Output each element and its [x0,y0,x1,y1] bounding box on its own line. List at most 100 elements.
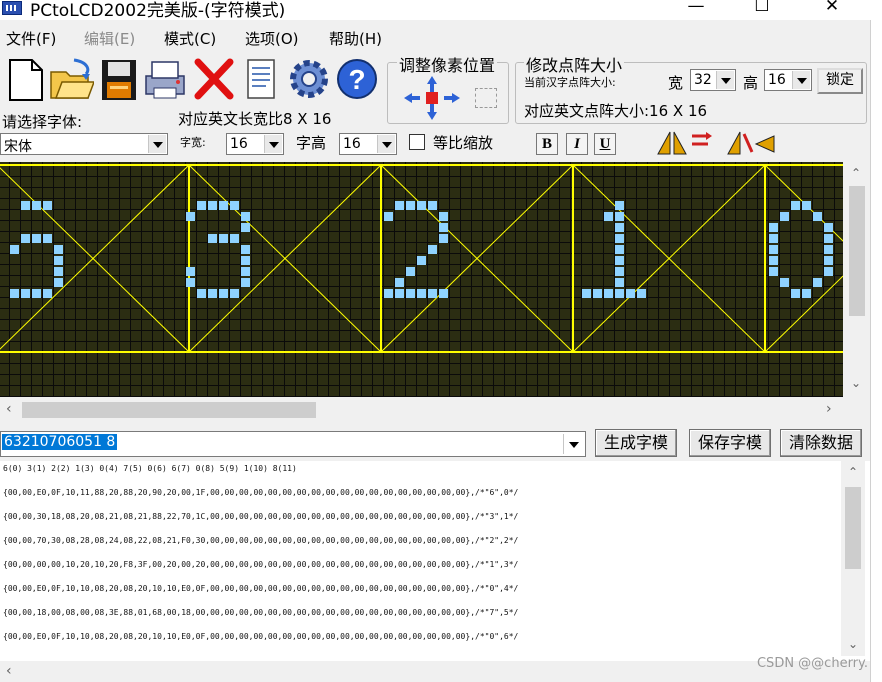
output-scroll-thumb[interactable] [845,487,861,569]
lit-pixel [43,201,52,210]
lit-pixel [417,289,426,298]
bold-button[interactable]: B [536,133,558,155]
input-selected-text[interactable]: 63210706051 8 [2,434,118,450]
document-icon[interactable] [238,56,284,102]
italic-button[interactable]: I [566,133,588,155]
title-bar[interactable]: PCtoLCD2002完美版-(字符模式) — ☐ ✕ [0,0,870,21]
save-font-button[interactable]: 保存字模 [689,429,771,457]
guide-diagonal-line [188,258,286,353]
lcd-preview[interactable] [0,162,843,397]
lit-pixel [428,201,437,210]
help-icon[interactable]: ? [334,56,380,102]
lit-pixel [769,234,778,243]
new-file-icon[interactable] [2,56,48,102]
output-textarea[interactable]: 6(0) 3(1) 2(2) 1(3) 0(4) 7(5) 0(6) 6(7) … [0,461,870,661]
delete-x-icon[interactable] [192,56,238,102]
text-input-combo[interactable]: 63210706051 8 [0,431,586,457]
save-disk-icon[interactable] [96,56,142,102]
minimize-icon[interactable]: — [676,0,716,18]
lit-pixel [604,212,613,221]
output-line: {00,00,E0,0F,10,10,08,20,08,20,10,10,E0,… [3,584,519,593]
lit-pixel [219,289,228,298]
lock-button[interactable]: 锁定 [817,68,863,94]
lit-pixel [780,278,789,287]
lit-pixel [384,289,393,298]
menu-edit[interactable]: 编辑(E) [84,28,135,49]
close-icon[interactable]: ✕ [812,0,852,18]
output-vertical-scrollbar[interactable]: ⌃ ⌄ [841,461,865,656]
lit-pixel [593,289,602,298]
lit-pixel [230,234,239,243]
center-icon[interactable] [475,88,497,108]
guide-diagonal-line [572,164,670,259]
char-width-select[interactable]: 16 [226,133,284,155]
app-window: PCtoLCD2002完美版-(字符模式) — ☐ ✕ 文件(F) 编辑(E) … [0,0,870,682]
lcd-horizontal-scrollbar[interactable]: ‹ › [0,398,843,422]
lit-pixel [769,267,778,276]
scroll-up-icon[interactable]: ⌃ [851,166,861,180]
proportional-checkbox[interactable] [409,134,425,150]
lit-pixel [769,256,778,265]
output-scroll-left-icon[interactable]: ‹ [6,663,12,679]
char-height-select[interactable]: 16 [339,133,397,155]
matrix-height-select[interactable]: 16 [764,69,812,91]
open-folder-icon[interactable] [48,56,96,102]
settings-gear-icon[interactable] [286,56,332,102]
lit-pixel [230,289,239,298]
lit-pixel [769,245,778,254]
input-dropdown-icon[interactable] [563,434,583,454]
scroll-left-icon[interactable]: ‹ [6,401,12,417]
guide-diagonal-line [476,164,574,259]
lit-pixel [406,289,415,298]
lit-pixel [43,289,52,298]
lit-pixel [439,212,448,221]
lcd-graphics [0,164,843,353]
width-label: 宽 [668,74,684,92]
lit-pixel [395,278,404,287]
output-scroll-up-icon[interactable]: ⌃ [848,465,858,479]
menu-mode[interactable]: 模式(C) [164,28,216,49]
char-height-label: 字高 [296,134,327,152]
maximize-icon[interactable]: ☐ [742,0,782,18]
lit-pixel [824,256,833,265]
lit-pixel [186,278,195,287]
generate-button[interactable]: 生成字模 [595,429,677,457]
font-select[interactable]: 宋体 [0,133,168,155]
lit-pixel [241,223,250,232]
lit-pixel [417,201,426,210]
menu-file[interactable]: 文件(F) [6,28,56,49]
lit-pixel [802,289,811,298]
menu-help[interactable]: 帮助(H) [329,28,382,49]
output-line: {00,00,18,00,08,00,08,3E,88,01,68,00,18,… [3,608,519,617]
lit-pixel [615,245,624,254]
english-size-text: 对应英文点阵大小:16 X 16 [524,102,708,120]
lit-pixel [384,212,393,221]
scroll-right-icon[interactable]: › [826,401,832,417]
lcd-vertical-scrollbar[interactable]: ⌃ ⌄ [843,162,870,397]
clear-data-button[interactable]: 清除数据 [780,429,862,457]
lit-pixel [824,245,833,254]
output-line: {00,00,E0,0F,10,10,08,20,08,20,10,10,E0,… [3,632,519,641]
lit-pixel [241,212,250,221]
scroll-thumb[interactable] [849,186,865,316]
app-icon [2,1,22,15]
adjust-pixel-title: 调整像素位置 [397,52,498,76]
flip-icons[interactable] [726,130,782,156]
matrix-width-select[interactable]: 32 [690,69,736,91]
lit-pixel [21,234,30,243]
output-scroll-down-icon[interactable]: ⌄ [848,637,858,651]
font-select-label: 请选择字体: [2,113,83,131]
output-horizontal-scrollbar[interactable]: ‹ [0,661,842,682]
rotate-icons[interactable] [656,130,712,156]
scroll-down-icon[interactable]: ⌄ [851,376,861,390]
output-line: {00,00,00,00,10,20,10,20,F8,3F,00,20,00,… [3,560,519,569]
guide-diagonal-line [92,258,190,353]
menu-options[interactable]: 选项(O) [245,28,299,49]
lit-pixel [439,234,448,243]
print-icon[interactable] [142,56,188,102]
pixel-shift-arrows[interactable] [402,74,470,122]
h-scroll-thumb[interactable] [22,402,316,418]
lit-pixel [439,289,448,298]
guide-diagonal-line [476,258,574,353]
underline-button[interactable]: U [594,133,616,155]
